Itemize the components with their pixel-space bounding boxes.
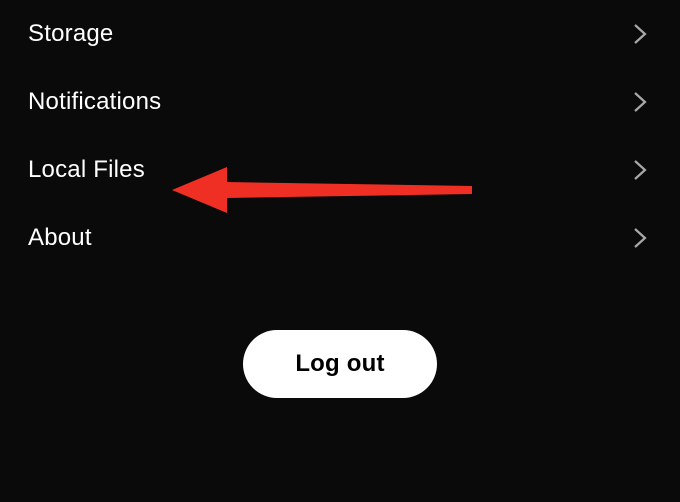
settings-item-label: Local Files [28,156,145,184]
settings-item-label: Notifications [28,88,161,116]
chevron-right-icon [632,22,650,46]
settings-item-label: About [28,224,92,252]
settings-list: Storage Notifications Local Files About [0,0,680,272]
settings-item-notifications[interactable]: Notifications [0,68,680,136]
logout-button[interactable]: Log out [243,330,436,398]
settings-item-storage[interactable]: Storage [0,0,680,68]
chevron-right-icon [632,90,650,114]
chevron-right-icon [632,226,650,250]
chevron-right-icon [632,158,650,182]
settings-item-label: Storage [28,20,113,48]
settings-item-about[interactable]: About [0,204,680,272]
logout-container: Log out [0,330,680,398]
settings-item-local-files[interactable]: Local Files [0,136,680,204]
